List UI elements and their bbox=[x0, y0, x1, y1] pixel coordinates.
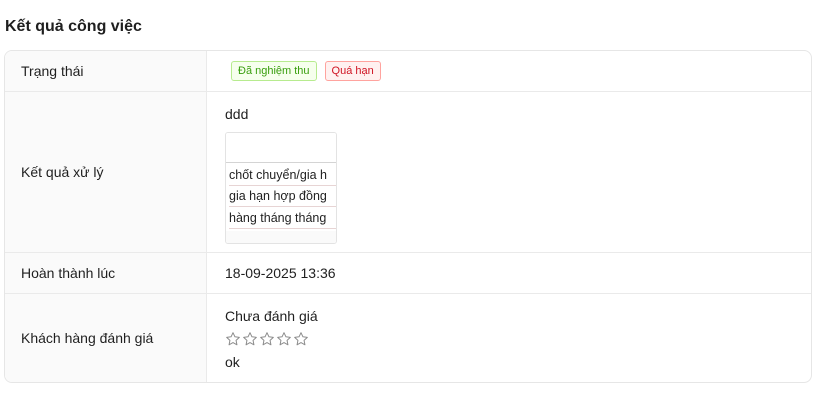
attachment-header-area bbox=[226, 133, 336, 163]
attachment-thumbnail[interactable]: chốt chuyển/gia h gia hạn hợp đồng hàng … bbox=[225, 132, 337, 244]
review-label: Khách hàng đánh giá bbox=[5, 294, 207, 382]
review-value: Chưa đánh giá ok bbox=[207, 294, 811, 382]
star-icon bbox=[243, 332, 257, 346]
status-row: Trạng thái Đã nghiệm thu Quá hạn bbox=[5, 51, 811, 92]
section-title: Kết quả công việc bbox=[5, 18, 142, 35]
attachment-line: hàng tháng tháng bbox=[229, 208, 336, 229]
attachment-line: chốt chuyển/gia h bbox=[229, 165, 336, 186]
attachment-image: chốt chuyển/gia h gia hạn hợp đồng hàng … bbox=[226, 133, 336, 243]
attachment-line: gia hạn hợp đồng bbox=[229, 186, 336, 207]
result-text: ddd bbox=[225, 106, 249, 122]
star-icon bbox=[294, 332, 308, 346]
review-comment: ok bbox=[225, 354, 240, 370]
result-row: Kết quả xử lý ddd chốt chuyển/gia h gia … bbox=[5, 92, 811, 253]
overdue-status-badge: Quá hạn bbox=[324, 61, 381, 81]
star-icon bbox=[226, 332, 240, 346]
completed-label: Hoàn thành lúc bbox=[5, 253, 207, 293]
attachment-footer-area bbox=[226, 231, 336, 243]
star-icon bbox=[277, 332, 291, 346]
star-rating bbox=[225, 331, 811, 347]
task-result-table: Trạng thái Đã nghiệm thu Quá hạn Kết quả… bbox=[4, 50, 812, 383]
review-row: Khách hàng đánh giá Chưa đánh giá ok bbox=[5, 294, 811, 382]
status-value: Đã nghiệm thu Quá hạn bbox=[207, 51, 811, 91]
result-value: ddd chốt chuyển/gia h gia hạn hợp đồng h… bbox=[207, 92, 811, 252]
completed-value: 18-09-2025 13:36 bbox=[225, 265, 336, 281]
status-label: Trạng thái bbox=[5, 51, 207, 91]
result-label: Kết quả xử lý bbox=[5, 92, 207, 252]
rating-status-text: Chưa đánh giá bbox=[225, 308, 318, 324]
star-icon bbox=[260, 332, 274, 346]
completed-row: Hoàn thành lúc 18-09-2025 13:36 bbox=[5, 253, 811, 294]
accepted-status-badge: Đã nghiệm thu bbox=[231, 61, 317, 81]
